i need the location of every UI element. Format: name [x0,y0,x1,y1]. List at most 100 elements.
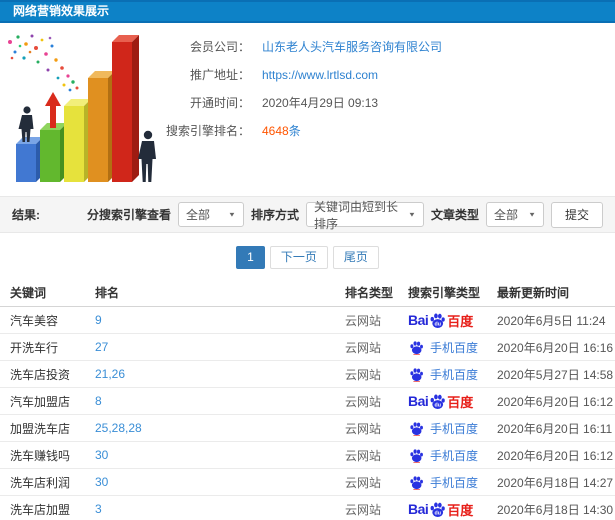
baidu-paw-icon: du [430,502,446,517]
rank-cell[interactable]: 9 [95,313,345,327]
promotion-url-link[interactable]: https://www.lrtlsd.com [262,68,378,82]
engine-cell: 手机百度 [408,339,497,356]
keyword-cell: 洗车店利润 [10,475,71,490]
time-cell: 2020年6月18日 14:27 [497,475,614,490]
svg-text:du: du [435,510,441,516]
table-header-row: 关键词 排名 排名类型 搜索引擎类型 最新更新时间 [0,279,615,307]
article-type-select[interactable]: 全部 ▼ [485,202,544,227]
table-row: 开洗车行 27 云网站 手机百度 2020年6月20日 16:16 [0,334,615,361]
baidu-paw-icon: du [430,313,446,328]
engine-rank-count: 4648 [262,124,289,138]
bars [16,35,139,182]
url-label: 推广地址： [189,68,250,82]
table-row: 洗车店利润 30 云网站 手机百度 2020年6月18日 14:27 [0,469,615,496]
baidu-logo: Bai du 百度 [408,393,474,410]
info-section: 会员公司： 山东老人头汽车服务咨询有限公司 推广地址： https://www.lr… [0,23,615,195]
rank-type-cell: 云网站 [345,448,382,463]
keyword-cell: 汽车美容 [10,313,59,328]
engine-cell: Bai du 百度 [408,392,497,411]
keyword-cell: 加盟洗车店 [10,421,71,436]
table-row: 汽车美容 9 云网站 Bai du 百度 2020年6月5日 11:24 [0,307,615,334]
header-update-time: 最新更新时间 [497,286,570,300]
time-cell: 2020年6月18日 14:30 [497,502,614,517]
open-time-value: 2020年4月29日 09:13 [262,96,379,110]
baidu-paw-icon [410,340,423,355]
info-row-open-time: 开通时间： 2020年4月29日 09:13 [138,89,442,117]
svg-text:du: du [435,321,441,327]
rank-type-cell: 云网站 [345,313,382,328]
engine-cell: 手机百度 [408,474,497,491]
table-row: 洗车店投资 21,26 云网站 手机百度 2020年5月27日 14:58 [0,361,615,388]
header-rank: 排名 [95,286,120,300]
engine-filter-value: 全部 [185,208,210,222]
time-cell: 2020年6月20日 16:12 [497,448,614,463]
engine-cell: 手机百度 [408,366,497,383]
page-button-current[interactable]: 1 [236,246,265,269]
mobile-baidu-logo: 手机百度 [408,420,478,437]
engine-cell: 手机百度 [408,420,497,437]
keyword-cell: 洗车店投资 [10,367,71,382]
header-keyword: 关键词 [10,286,47,300]
engine-filter-label: 分搜索引擎查看 [86,208,171,222]
table-row: 加盟洗车店 25,28,28 云网站 手机百度 2020年6月20日 16:11 [0,415,615,442]
filter-bar: 结果: 分搜索引擎查看 全部 ▼ 排序方式 关键词由短到长排序 ▼ 文章类型 全… [0,196,615,233]
mobile-baidu-logo: 手机百度 [408,366,478,383]
keyword-cell: 开洗车行 [10,340,59,355]
submit-button[interactable]: 提交 [550,201,603,228]
baidu-logo: Bai du 百度 [408,501,474,518]
sort-label: 排序方式 [250,208,299,222]
keyword-cell: 汽车加盟店 [10,394,71,409]
article-type-label: 文章类型 [430,208,479,222]
page-title: 网络营销效果展示 [0,0,615,23]
rank-cell[interactable]: 27 [95,340,345,354]
page: 网络营销效果展示 会员公司： 山东老人头汽车服务咨询有限公司 推广地址： htt… [0,0,615,520]
time-cell: 2020年6月5日 11:24 [497,313,606,328]
time-cell: 2020年6月20日 16:12 [497,394,614,409]
rank-cell[interactable]: 30 [95,448,345,462]
open-time-label: 开通时间： [189,96,250,110]
engine-rank-suffix: 条 [288,124,301,138]
engine-filter-select[interactable]: 全部 ▼ [177,202,244,227]
company-link[interactable]: 山东老人头汽车服务咨询有限公司 [262,40,442,54]
time-cell: 2020年6月20日 16:16 [497,340,614,355]
up-arrow-icon [45,92,61,128]
sort-select[interactable]: 关键词由短到长排序 ▼ [305,200,424,231]
rank-cell[interactable]: 25,28,28 [95,421,345,435]
chevron-down-icon: ▼ [408,210,416,219]
info-row-company: 会员公司： 山东老人头汽车服务咨询有限公司 [138,33,442,61]
engine-cell: Bai du 百度 [408,311,497,330]
chevron-down-icon: ▼ [228,210,236,219]
sort-value: 关键词由短到长排序 [313,199,398,231]
keyword-cell: 洗车赚钱吗 [10,448,71,463]
baidu-paw-icon: du [430,394,446,409]
time-cell: 2020年6月20日 16:11 [497,421,613,436]
rank-type-cell: 云网站 [345,340,382,355]
rank-cell[interactable]: 3 [95,502,345,516]
baidu-logo: Bai du 百度 [408,312,474,329]
keyword-cell: 洗车店加盟 [10,502,71,517]
table-row: 洗车店加盟 3 云网站 Bai du 百度 2020年6月18日 14:30 [0,496,615,520]
next-page-button[interactable]: 下一页 [269,246,328,269]
baidu-paw-icon [410,448,423,463]
baidu-paw-icon [410,421,423,436]
info-row-url: 推广地址： https://www.lrtlsd.com [138,61,442,89]
rank-cell[interactable]: 21,26 [95,367,345,381]
confetti [8,34,79,92]
engine-rank-label: 搜索引擎排名： [165,124,250,138]
businessman-left [18,106,34,142]
results-table: 关键词 排名 排名类型 搜索引擎类型 最新更新时间 汽车美容 9 云网站 Bai… [0,279,615,520]
article-type-value: 全部 [493,208,518,222]
last-page-button[interactable]: 尾页 [332,246,379,269]
result-label: 结果: [12,208,40,222]
company-info: 会员公司： 山东老人头汽车服务咨询有限公司 推广地址： https://www.lr… [138,33,442,145]
rank-cell[interactable]: 30 [95,475,345,489]
bar-chart-illustration [8,34,156,182]
filter-controls: 分搜索引擎查看 全部 ▼ 排序方式 关键词由短到长排序 ▼ 文章类型 全部 ▼ … [86,200,603,231]
mobile-baidu-logo: 手机百度 [408,447,478,464]
table-row: 汽车加盟店 8 云网站 Bai du 百度 2020年6月20日 16:12 [0,388,615,415]
time-cell: 2020年5月27日 14:58 [497,367,614,382]
company-label: 会员公司： [189,40,250,54]
chevron-down-icon: ▼ [528,210,536,219]
info-row-engine-rank: 搜索引擎排名： 4648条 [138,117,442,145]
rank-cell[interactable]: 8 [95,394,345,408]
